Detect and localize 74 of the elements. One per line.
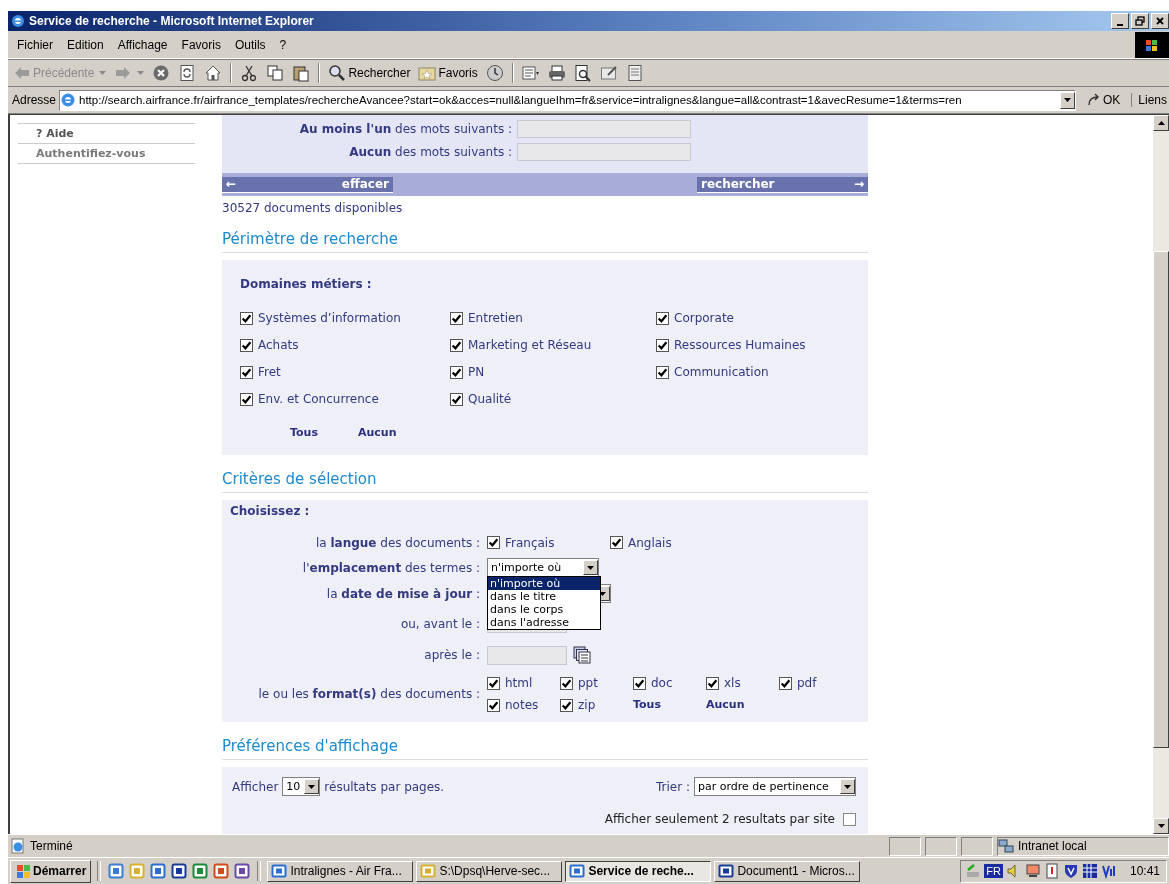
field-label: après le : [423,648,480,662]
field-label: Aucun des mots suivants : [348,145,512,159]
field-label: Au moins l'un des mots suivants : [298,122,512,136]
links-button[interactable]: Liens [1131,93,1169,107]
checkbox-option[interactable]: ppt [560,676,633,690]
sidebar-link[interactable]: Authentifiez-vous [18,144,195,164]
taskbar-button[interactable]: Service de reche... [565,860,712,882]
checkbox-option[interactable]: html [487,676,560,690]
start-button[interactable]: Démarrer [10,859,92,883]
toolbar-button[interactable]: Rechercher [325,60,414,85]
checkbox-label: Afficher seulement 2 resultats par site [604,812,835,826]
select-link[interactable]: Aucun [706,698,779,712]
menu-item[interactable]: Fichier [10,37,60,52]
checkbox-option[interactable]: Marketing et Réseau [450,338,656,352]
field-label: ou, avant le : [399,616,480,631]
checkbox-option[interactable]: Qualité [450,392,656,406]
address-label: Adresse [12,93,57,107]
dropdown-option[interactable]: dans le corps [488,603,600,616]
menu-item[interactable]: Favoris [174,37,228,52]
select-link[interactable]: Tous [633,698,706,712]
checkbox-option[interactable]: pdf [779,676,852,690]
dropdown[interactable]: par ordre de pertinence [694,777,856,796]
window-title: Service de recherche - Microsoft Internet Explorer [29,14,314,28]
checkbox-option[interactable]: Corporate [656,311,856,325]
field-label: Afficher [232,779,279,794]
status-text: Terminé [30,839,73,853]
field-label: résultats par pages. [324,779,445,794]
checkbox-option[interactable]: xls [706,676,779,690]
dropdown-option[interactable]: n'importe où [488,577,600,590]
search-button[interactable]: rechercher → [697,176,868,193]
checkbox-option[interactable]: Systèmes d’information [240,311,450,325]
address-field[interactable]: http://search.airfrance.fr/airfrance_templates/rechercheAvancee?start=ok&acces=null&langueIhm=fr&service=intralignes&langue=all&contrast=1&avecResume=1&terms=ren [59,89,1076,111]
go-button[interactable]: OK [1078,93,1129,107]
sidebar-link[interactable]: ? Aide [18,123,195,144]
checkbox-option[interactable]: Achats [240,338,450,352]
field-label: la date de mise à jour : [325,586,480,601]
checkbox-option[interactable]: Fret [240,365,450,379]
section-heading: Périmètre de recherche [222,230,868,253]
taskbar-button[interactable]: Intralignes - Air Fra... [267,860,414,882]
checkbox-option[interactable]: PN [450,365,656,379]
field-label: le ou les format(s) des documents : [257,687,480,701]
menu-item[interactable]: Affichage [110,37,175,52]
checkbox-option[interactable]: Communication [656,365,856,379]
group-title: Choisissez : [230,504,311,518]
dropdown-option[interactable]: dans l'adresse [488,616,600,629]
menu-item[interactable]: Edition [60,37,111,52]
document-count: 30527 documents disponibles [222,201,404,215]
menu-item[interactable]: ? [272,37,294,52]
taskbar-button[interactable]: Document1 - Micros... [714,860,861,882]
taskbar-button[interactable]: S:\Dpsq\Herve-sec... [416,860,563,882]
checkbox-option[interactable]: Entretien [450,311,656,325]
checkbox-option[interactable]: Anglais [610,535,733,550]
dropdown-option[interactable]: dans le titre [488,590,600,603]
field-label: la langue des documents : [314,535,480,550]
checkbox-option[interactable]: Ressources Humaines [656,338,856,352]
section-heading: Préférences d'affichage [222,737,868,760]
checkbox-option[interactable]: Français [487,535,610,550]
toolbar-button[interactable]: Favoris [415,60,481,85]
select-link[interactable]: Aucun [358,426,397,439]
group-title: Domaines métiers : [240,277,373,291]
dropdown[interactable]: 10 [282,777,321,796]
checkbox-option[interactable]: Env. et Concurrence [240,392,450,406]
clock: 10:41 [1129,864,1160,878]
menu-item[interactable]: Outils [227,37,273,52]
checkbox-option[interactable]: notes [487,698,560,712]
clear-button[interactable]: ← effacer [222,176,393,193]
select-link[interactable]: Tous [290,426,318,439]
section-heading: Critères de sélection [222,470,868,493]
language-indicator[interactable]: FR [984,864,1003,878]
field-label: l'emplacement des termes : [301,560,480,575]
zone-text: Intranet local [1018,839,1087,853]
checkbox-option[interactable]: doc [633,676,706,690]
checkbox-option[interactable]: zip [560,698,633,712]
field-label: Trier : [656,779,690,794]
